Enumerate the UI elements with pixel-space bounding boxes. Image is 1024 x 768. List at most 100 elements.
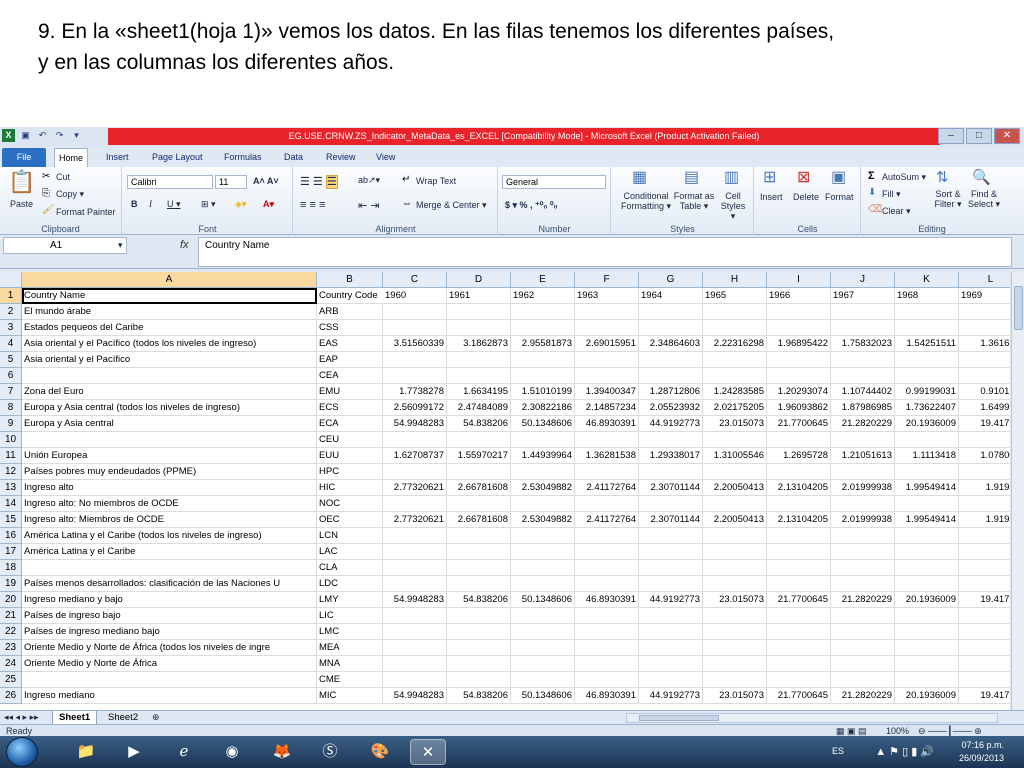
horizontal-align-icons[interactable]: ≡ ≡ ≡ — [300, 199, 325, 211]
cell-value[interactable]: 1968 — [895, 288, 959, 304]
font-color-icon[interactable]: A▾ — [263, 199, 274, 210]
cell-value[interactable] — [639, 576, 703, 592]
cell-value[interactable] — [511, 608, 575, 624]
paste-button[interactable]: Paste — [10, 199, 33, 209]
clock-time[interactable]: 07:16 p.m. — [961, 740, 1004, 750]
horizontal-scroll-thumb[interactable] — [639, 715, 719, 721]
cell-value[interactable] — [831, 528, 895, 544]
cell-value[interactable]: 1.24283585 — [703, 384, 767, 400]
cell-value[interactable]: 2.02175205 — [703, 400, 767, 416]
cell-value[interactable]: 1.99549414 — [895, 512, 959, 528]
cell-value[interactable] — [639, 528, 703, 544]
cell-value[interactable]: 2.66781608 — [447, 512, 511, 528]
cell-country-name[interactable]: Oriente Medio y Norte de África (todos l… — [22, 640, 317, 656]
cell-value[interactable] — [959, 496, 1010, 512]
row-header[interactable]: 23 — [0, 640, 22, 656]
borders-icon[interactable]: ⊞ ▾ — [201, 199, 216, 210]
cell-value[interactable] — [703, 368, 767, 384]
cell-value[interactable] — [511, 656, 575, 672]
cell-value[interactable]: 1.31005546 — [703, 448, 767, 464]
cell-value[interactable]: 23.015073 — [703, 688, 767, 704]
tab-data[interactable]: Data — [280, 148, 307, 167]
cell-country-code[interactable]: MEA — [317, 640, 383, 656]
cell-value[interactable] — [895, 624, 959, 640]
cell-value[interactable]: 19.41777 — [959, 592, 1010, 608]
cell-country-name[interactable]: Asia oriental y el Pacífico (todos los n… — [22, 336, 317, 352]
cell-country-name[interactable]: Ingreso alto: Miembros de OCDE — [22, 512, 317, 528]
row-header[interactable]: 18 — [0, 560, 22, 576]
cell-country-code[interactable]: LMY — [317, 592, 383, 608]
cell-value[interactable] — [895, 544, 959, 560]
cell-country-code[interactable]: CEA — [317, 368, 383, 384]
cell-country-name[interactable] — [22, 432, 317, 448]
cell-value[interactable] — [511, 560, 575, 576]
cell-value[interactable] — [639, 320, 703, 336]
cell-value[interactable] — [511, 464, 575, 480]
row-header[interactable]: 22 — [0, 624, 22, 640]
cell-value[interactable] — [703, 560, 767, 576]
cell-value[interactable] — [511, 528, 575, 544]
cell-value[interactable] — [383, 656, 447, 672]
cell-value[interactable] — [767, 432, 831, 448]
cell-country-name[interactable]: Países pobres muy endeudados (PPME) — [22, 464, 317, 480]
cell-value[interactable]: 21.7700645 — [767, 592, 831, 608]
column-header-f[interactable]: F — [575, 272, 639, 288]
paint-icon[interactable]: 🎨 — [362, 739, 398, 765]
cell-styles-button[interactable]: Cell Styles ▾ — [718, 191, 748, 221]
cell-value[interactable]: 44.9192773 — [639, 688, 703, 704]
italic-button[interactable]: I — [149, 199, 152, 209]
cell-value[interactable]: 1964 — [639, 288, 703, 304]
cell-value[interactable]: 21.7700645 — [767, 688, 831, 704]
cell-country-code[interactable]: CSS — [317, 320, 383, 336]
cell-country-name[interactable] — [22, 672, 317, 688]
bold-button[interactable]: B — [131, 199, 138, 209]
cell-value[interactable]: 2.53049882 — [511, 512, 575, 528]
cell-value[interactable]: 0.910155 — [959, 384, 1010, 400]
cell-value[interactable] — [831, 656, 895, 672]
close-button[interactable]: ✕ — [994, 128, 1020, 144]
cell-value[interactable] — [703, 544, 767, 560]
cell-value[interactable]: 21.2820229 — [831, 688, 895, 704]
cell-value[interactable] — [831, 352, 895, 368]
cell-value[interactable] — [575, 528, 639, 544]
cell-value[interactable] — [831, 464, 895, 480]
cell-value[interactable] — [959, 320, 1010, 336]
cell-value[interactable]: 1.87986985 — [831, 400, 895, 416]
column-header-i[interactable]: I — [767, 272, 831, 288]
wrap-text-button[interactable]: Wrap Text — [416, 176, 456, 186]
column-header-g[interactable]: G — [639, 272, 703, 288]
cell-value[interactable] — [639, 608, 703, 624]
cell-value[interactable] — [383, 496, 447, 512]
cell-country-code[interactable]: EAS — [317, 336, 383, 352]
cell-value[interactable] — [575, 464, 639, 480]
language-indicator[interactable]: ES — [832, 746, 844, 756]
sheet-tab-sheet1[interactable]: Sheet1 — [52, 711, 98, 725]
row-header[interactable]: 26 — [0, 688, 22, 704]
cell-value[interactable]: 1.73622407 — [895, 400, 959, 416]
cell-value[interactable]: 2.30701144 — [639, 512, 703, 528]
cell-value[interactable] — [831, 640, 895, 656]
cell-value[interactable] — [959, 432, 1010, 448]
cell-value[interactable] — [831, 368, 895, 384]
cell-value[interactable] — [383, 304, 447, 320]
cell-value[interactable] — [511, 672, 575, 688]
cell-value[interactable]: 19.41777 — [959, 416, 1010, 432]
cell-value[interactable]: 1.10744402 — [831, 384, 895, 400]
cell-country-code[interactable]: MIC — [317, 688, 383, 704]
cell-value[interactable] — [447, 528, 511, 544]
cell-value[interactable]: 1.28712806 — [639, 384, 703, 400]
cell-country-code[interactable]: OEC — [317, 512, 383, 528]
cell-country-code[interactable]: EAP — [317, 352, 383, 368]
cell-value[interactable]: 3.51560339 — [383, 336, 447, 352]
cell-country-code[interactable]: MNA — [317, 656, 383, 672]
cell-value[interactable] — [383, 560, 447, 576]
row-header[interactable]: 24 — [0, 656, 22, 672]
cell-value[interactable]: 54.9948283 — [383, 688, 447, 704]
redo-icon[interactable]: ↷ — [53, 129, 66, 142]
cell-value[interactable] — [895, 576, 959, 592]
copy-button[interactable]: Copy ▾ — [56, 189, 84, 200]
cell-value[interactable]: 1.96895422 — [767, 336, 831, 352]
media-player-icon[interactable]: ▶ — [116, 739, 152, 765]
cell-value[interactable] — [383, 624, 447, 640]
cell-value[interactable] — [383, 320, 447, 336]
